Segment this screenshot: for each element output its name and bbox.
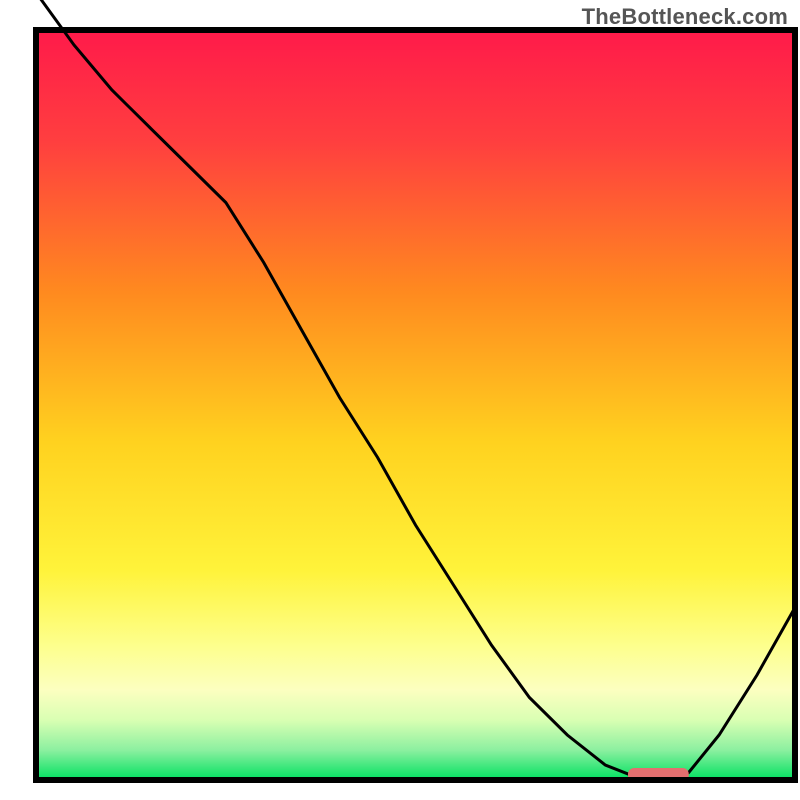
gradient-background <box>36 30 795 780</box>
bottleneck-chart <box>0 0 800 800</box>
plot-area <box>36 0 795 782</box>
watermark-text: TheBottleneck.com <box>582 4 788 30</box>
chart-container: TheBottleneck.com <box>0 0 800 800</box>
